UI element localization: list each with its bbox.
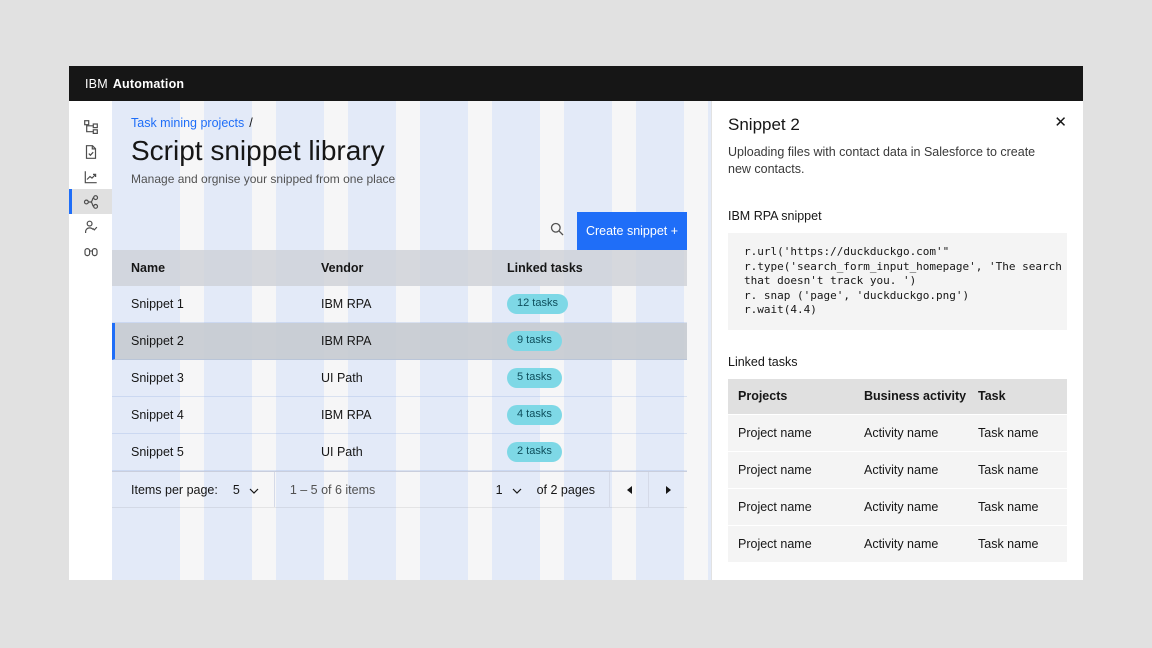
sidebar-item-snippets-active[interactable]: [69, 189, 112, 214]
snippet-section-label: IBM RPA snippet: [728, 208, 1067, 224]
column-header-vendor[interactable]: Vendor: [321, 261, 507, 275]
top-header-bar: IBM Automation: [69, 66, 1083, 101]
panel-description: Uploading files with contact data in Sal…: [728, 144, 1058, 178]
page-number-select[interactable]: 1: [481, 472, 537, 507]
flow-branch-icon: [83, 194, 99, 210]
cell-task: Task name: [978, 500, 1067, 514]
breadcrumb: Task mining projects /: [131, 114, 711, 131]
cell-name: Snippet 4: [131, 408, 321, 422]
rpa-code-snippet: r.url('https://duckduckgo.com'" r.type('…: [728, 233, 1067, 330]
cell-name: Snippet 2: [131, 334, 321, 348]
main-content: Task mining projects / Script snippet li…: [112, 101, 711, 580]
linked-tasks-label: Linked tasks: [728, 354, 1067, 370]
linked-task-row[interactable]: Project name Activity name Task name: [728, 415, 1067, 452]
brand-prefix: IBM: [85, 77, 108, 91]
linked-tasks-table: Projects Business activity Task Project …: [728, 379, 1067, 563]
user-check-icon: [83, 219, 99, 235]
left-nav-sidebar: [69, 101, 112, 580]
sidebar-item-analytics[interactable]: [69, 164, 112, 189]
pages-count-text: of 2 pages: [537, 483, 609, 497]
snippet-detail-panel: ✕ Snippet 2 Uploading files with contact…: [711, 101, 1083, 580]
create-snippet-button[interactable]: Create snippet +: [577, 212, 687, 250]
column-header-linked-tasks[interactable]: Linked tasks: [507, 261, 687, 275]
page-number-value: 1: [496, 483, 503, 497]
items-per-page-label: Items per page:: [112, 483, 218, 497]
next-page-button[interactable]: [649, 472, 687, 507]
cell-task: Task name: [978, 463, 1067, 477]
chevron-down-icon: [249, 483, 259, 497]
snippet-table: Create snippet + Name Vendor Linked task…: [112, 212, 687, 508]
table-toolbar: Create snippet +: [112, 212, 687, 250]
items-per-page-value: 5: [233, 483, 240, 497]
panel-title: Snippet 2: [728, 115, 1067, 135]
cell-vendor: IBM RPA: [321, 408, 507, 422]
cell-vendor: UI Path: [321, 445, 507, 459]
app-window: IBM Automation: [69, 66, 1083, 580]
items-range-text: 1 – 5 of 6 items: [275, 483, 375, 497]
tasks-count-tag[interactable]: 5 tasks: [507, 368, 562, 388]
tasks-count-tag[interactable]: 2 tasks: [507, 442, 562, 462]
linked-task-row[interactable]: Project name Activity name Task name: [728, 452, 1067, 489]
cell-activity: Activity name: [864, 500, 978, 514]
sidebar-item-data-tree[interactable]: [69, 114, 112, 139]
linked-tasks-header-row: Projects Business activity Task: [728, 379, 1067, 415]
chart-line-icon: [83, 169, 99, 185]
cell-activity: Activity name: [864, 537, 978, 551]
cell-project: Project name: [738, 426, 864, 440]
data-tree-icon: [83, 119, 99, 135]
search-icon: [549, 221, 565, 242]
search-button[interactable]: [537, 212, 577, 250]
column-header-name[interactable]: Name: [131, 261, 321, 275]
chevron-down-icon: [512, 483, 522, 497]
cell-vendor: IBM RPA: [321, 334, 507, 348]
sidebar-item-users[interactable]: [69, 214, 112, 239]
breadcrumb-separator: /: [249, 116, 252, 130]
items-per-page-select[interactable]: 5: [218, 472, 274, 507]
caret-right-icon: [666, 486, 671, 494]
cell-vendor: UI Path: [321, 371, 507, 385]
close-icon[interactable]: ✕: [1050, 111, 1071, 134]
cell-name: Snippet 3: [131, 371, 321, 385]
cell-name: Snippet 5: [131, 445, 321, 459]
cell-name: Snippet 1: [131, 297, 321, 311]
table-row[interactable]: Snippet 3 UI Path 5 tasks: [112, 360, 687, 397]
column-header-task: Task: [978, 389, 1067, 403]
tasks-count-tag[interactable]: 9 tasks: [507, 331, 562, 351]
table-row[interactable]: Snippet 4 IBM RPA 4 tasks: [112, 397, 687, 434]
cell-task: Task name: [978, 426, 1067, 440]
cell-activity: Activity name: [864, 426, 978, 440]
page-header: Task mining projects / Script snippet li…: [112, 101, 711, 187]
cell-project: Project name: [738, 537, 864, 551]
sidebar-item-documents[interactable]: [69, 139, 112, 164]
cell-project: Project name: [738, 500, 864, 514]
brand-name: Automation: [113, 77, 184, 91]
table-row[interactable]: Snippet 5 UI Path 2 tasks: [112, 434, 687, 471]
cell-task: Task name: [978, 537, 1067, 551]
sidebar-item-discover[interactable]: [69, 239, 112, 264]
pagination-bar: Items per page: 5 1 – 5 of 6 items 1: [112, 471, 687, 508]
table-row[interactable]: Snippet 1 IBM RPA 12 tasks: [112, 286, 687, 323]
breadcrumb-link[interactable]: Task mining projects: [131, 116, 244, 130]
page-title: Script snippet library: [131, 134, 711, 167]
previous-page-button[interactable]: [610, 472, 648, 507]
cell-vendor: IBM RPA: [321, 297, 507, 311]
page-subtitle: Manage and orgnise your snipped from one…: [131, 171, 711, 187]
column-header-business-activity: Business activity: [864, 389, 978, 403]
table-header-row: Name Vendor Linked tasks: [112, 250, 687, 286]
document-check-icon: [83, 144, 99, 160]
tasks-count-tag[interactable]: 4 tasks: [507, 405, 562, 425]
linked-task-row[interactable]: Project name Activity name Task name: [728, 526, 1067, 563]
tasks-count-tag[interactable]: 12 tasks: [507, 294, 568, 314]
binoculars-icon: [83, 244, 99, 260]
cell-activity: Activity name: [864, 463, 978, 477]
linked-task-row[interactable]: Project name Activity name Task name: [728, 489, 1067, 526]
cell-project: Project name: [738, 463, 864, 477]
table-row-selected[interactable]: Snippet 2 IBM RPA 9 tasks: [112, 323, 687, 360]
caret-left-icon: [627, 486, 632, 494]
column-header-projects: Projects: [738, 389, 864, 403]
